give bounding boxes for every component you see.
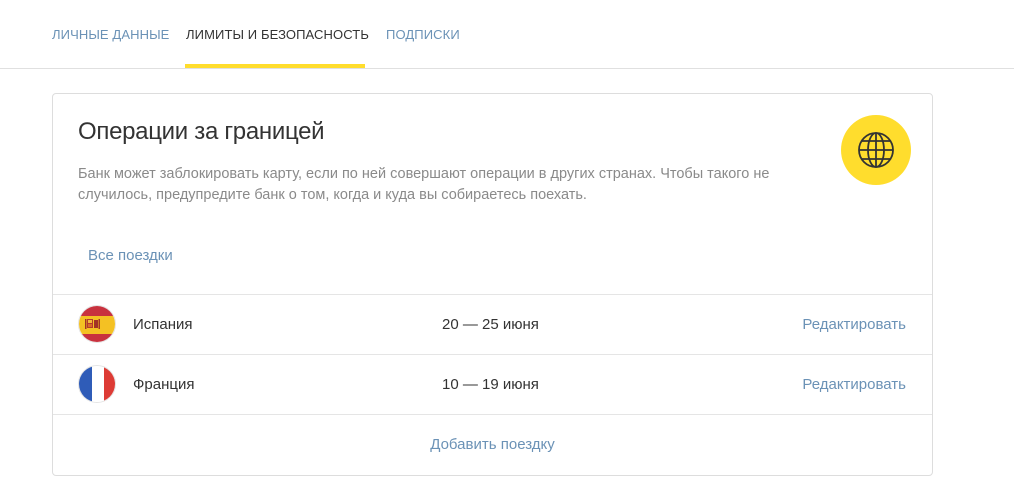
add-trip-row: Добавить поездку [53, 414, 932, 475]
tab-bar: Личные данные Лимиты и безопасность Подп… [0, 0, 1014, 69]
edit-trip-button[interactable]: Редактировать [802, 376, 906, 393]
abroad-operations-card: Операции за границей Банк может заблокир… [52, 93, 933, 476]
trip-row: Франция 10 — 19 июня Редактировать [53, 354, 932, 414]
tab-subscriptions[interactable]: Подписки [386, 27, 460, 42]
trip-row: Испания 20 — 25 июня Редактировать [53, 294, 932, 354]
trip-country: Франция [133, 376, 195, 393]
tab-personal-data[interactable]: Личные данные [52, 27, 169, 42]
active-tab-indicator [185, 64, 365, 68]
globe-icon [841, 115, 911, 185]
france-flag-icon [78, 365, 116, 403]
edit-trip-button[interactable]: Редактировать [802, 316, 906, 333]
trip-dates: 10 — 19 июня [442, 376, 539, 393]
tab-limits-security[interactable]: Лимиты и безопасность [186, 27, 369, 42]
all-trips-link[interactable]: Все поездки [88, 247, 173, 264]
card-description: Банк может заблокировать карту, если по … [78, 166, 770, 203]
spain-flag-icon [78, 305, 116, 343]
trip-dates: 20 — 25 июня [442, 316, 539, 333]
card-title: Операции за границей [78, 118, 325, 145]
add-trip-button[interactable]: Добавить поездку [53, 436, 932, 453]
trip-country: Испания [133, 316, 193, 333]
